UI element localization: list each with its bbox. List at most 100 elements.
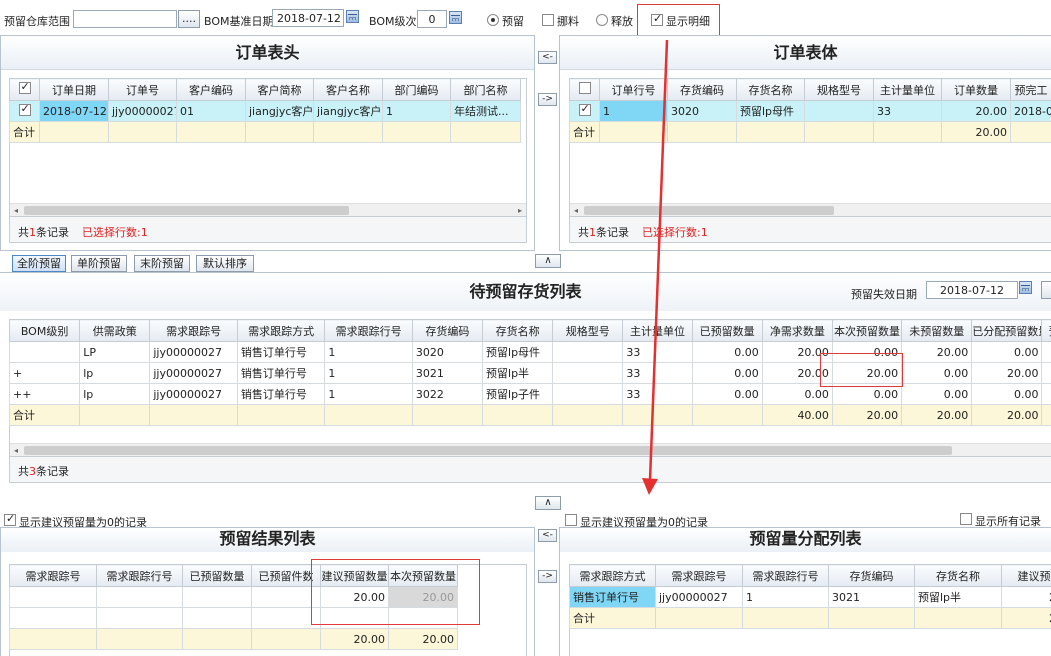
table-cell[interactable]: 预留lp母件	[736, 100, 805, 122]
table-cell[interactable]: 销售订单行号	[236, 341, 326, 363]
table-cell[interactable]: lp	[79, 362, 151, 384]
table-cell[interactable]: 销售订单行号	[236, 383, 326, 405]
table-cell[interactable]	[9, 586, 97, 608]
col-header[interactable]: 已分配预留数量	[971, 319, 1043, 342]
table-cell[interactable]: 3020	[411, 341, 484, 363]
scroll-left-icon[interactable]: ◂	[10, 444, 22, 457]
col-header[interactable]: 存货编码	[828, 564, 915, 587]
col-header[interactable]: 建议预	[1001, 564, 1051, 587]
col-header[interactable]: 存货名称	[736, 78, 805, 101]
col-header[interactable]: 订单号	[108, 78, 177, 101]
move-left-button[interactable]: <-	[538, 51, 557, 64]
col-header[interactable]: 需求跟踪行号	[324, 319, 413, 342]
table-cell[interactable]: jjy00000027	[149, 341, 238, 363]
table-cell[interactable]: 3020	[667, 100, 737, 122]
table-cell[interactable]: jiangjyc客户	[245, 100, 314, 122]
table-cell[interactable]: 3021	[411, 362, 484, 384]
warehouse-range-input[interactable]	[73, 10, 177, 28]
col-header[interactable]: 本次预留数量	[831, 319, 903, 342]
bom-date-calendar-icon[interactable]	[346, 10, 359, 23]
table-cell[interactable]: 1	[742, 586, 829, 608]
col-header[interactable]: 需求跟踪号	[149, 319, 238, 342]
row-checkbox[interactable]	[9, 100, 40, 122]
table-cell[interactable]: LP	[79, 341, 151, 363]
bom-date-input[interactable]: 2018-07-12	[272, 9, 344, 27]
table-cell[interactable]: 0.00	[691, 362, 763, 384]
col-header[interactable]: 需求跟踪行号	[742, 564, 829, 587]
bom-level-input[interactable]: 0	[417, 10, 447, 28]
order-head-hscroll[interactable]: ◂ ▸	[10, 203, 526, 216]
table-cell[interactable]: 预留lp母件	[482, 341, 554, 363]
scroll-thumb[interactable]	[24, 206, 349, 215]
col-header[interactable]: 预完工	[1010, 78, 1051, 101]
table-cell[interactable]	[96, 586, 183, 608]
scroll-thumb[interactable]	[584, 206, 834, 215]
col-header[interactable]: 需求跟踪方式	[569, 564, 656, 587]
table-cell[interactable]: jjy00000027	[655, 586, 743, 608]
bom-level-calc-icon[interactable]	[449, 11, 462, 24]
col-header[interactable]: 订单行号	[599, 78, 668, 101]
table-cell[interactable]: lp	[79, 383, 151, 405]
col-header[interactable]: 客户名称	[313, 78, 383, 101]
table-row[interactable]: 1 3020 预留lp母件 33 20.00 2018-07	[569, 100, 1051, 122]
release-radio[interactable]	[596, 14, 608, 26]
order-body-hscroll[interactable]: ◂	[570, 203, 1051, 216]
table-cell[interactable]: 1	[599, 100, 668, 122]
table-cell[interactable]: ++	[8, 383, 81, 405]
table-cell[interactable]	[552, 383, 624, 405]
col-header[interactable]: 存货名称	[482, 319, 554, 342]
alloc-show-zero-checkbox[interactable]	[565, 514, 577, 526]
col-header[interactable]: 客户编码	[176, 78, 246, 101]
table-cell[interactable]: jjy00000027	[108, 100, 177, 122]
table-cell[interactable]	[552, 341, 624, 363]
table-cell[interactable]: 01	[176, 100, 246, 122]
table-cell[interactable]: 预留lp半	[914, 586, 1002, 608]
col-header[interactable]: 规格型号	[552, 319, 624, 342]
order-head-select-all[interactable]	[9, 78, 40, 101]
move-right-button-2[interactable]: ->	[538, 570, 557, 583]
tab-default-sort[interactable]: 默认排序	[196, 255, 254, 272]
col-header[interactable]: 主计量单位	[873, 78, 942, 101]
col-header[interactable]: 已预留数量	[182, 564, 252, 587]
table-cell[interactable]	[8, 341, 81, 363]
col-header[interactable]: 已预留数量	[691, 319, 763, 342]
table-cell[interactable]	[1041, 383, 1051, 405]
table-cell[interactable]	[552, 362, 624, 384]
col-header[interactable]: 存货名称	[914, 564, 1002, 587]
table-cell[interactable]: 0.00	[901, 362, 973, 384]
pending-hscroll[interactable]: ◂	[10, 443, 1051, 456]
col-header[interactable]: 净需求数量	[761, 319, 833, 342]
table-cell[interactable]: 20.00	[971, 362, 1043, 384]
col-header[interactable]: 部门编码	[382, 78, 451, 101]
table-cell[interactable]: 销售订单行号	[236, 362, 326, 384]
table-cell[interactable]	[1041, 341, 1051, 363]
table-cell[interactable]: 0.00	[691, 383, 763, 405]
reserve-radio[interactable]	[487, 14, 499, 26]
col-header[interactable]: 预	[1041, 319, 1051, 342]
col-header[interactable]: 需求跟踪号	[9, 564, 97, 587]
col-header[interactable]: BOM级别	[8, 319, 81, 342]
alloc-show-all-checkbox[interactable]	[960, 513, 972, 525]
table-cell[interactable]: 预留lp子件	[482, 383, 554, 405]
table-cell[interactable]: 33	[622, 362, 693, 384]
table-cell[interactable]: 年结测试...	[450, 100, 521, 122]
table-row[interactable]: 销售订单行号 jjy00000027 1 3021 预留lp半 20	[569, 586, 1051, 608]
move-left-button-2[interactable]: <-	[538, 529, 557, 542]
col-header[interactable]: 需求跟踪行号	[96, 564, 183, 587]
table-cell[interactable]: 1	[324, 383, 413, 405]
col-header[interactable]: 需求跟踪方式	[236, 319, 326, 342]
expire-date-input[interactable]: 2018-07-12	[926, 281, 1018, 299]
row-checkbox[interactable]	[569, 100, 600, 122]
tab-single-level[interactable]: 单阶预留	[71, 255, 127, 272]
collapse-up-button-2[interactable]: ∧	[535, 496, 561, 510]
table-cell[interactable]: 33	[622, 341, 693, 363]
table-cell[interactable]: 0.00	[691, 341, 763, 363]
nuoliao-checkbox[interactable]	[542, 14, 554, 26]
scroll-left-icon[interactable]: ◂	[570, 204, 582, 217]
scroll-thumb[interactable]	[24, 446, 952, 455]
scroll-right-icon[interactable]: ▸	[514, 204, 526, 217]
table-cell[interactable]	[182, 586, 252, 608]
table-cell[interactable]	[1041, 362, 1051, 384]
table-cell[interactable]: 1	[324, 341, 413, 363]
col-header[interactable]: 需求跟踪号	[655, 564, 743, 587]
